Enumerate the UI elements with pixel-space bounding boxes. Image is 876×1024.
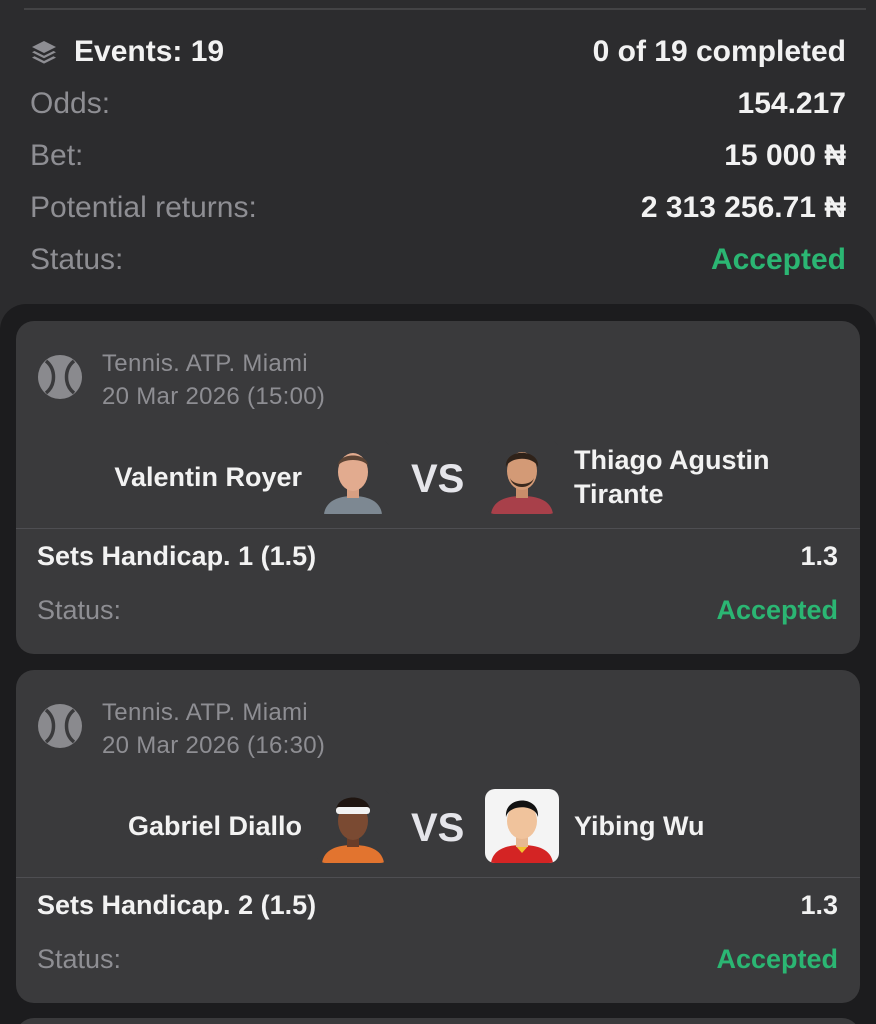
- match-row: Gabriel Diallo VS Yibing Wu: [16, 786, 860, 866]
- market-label: Sets Handicap. 2 (1.5): [37, 890, 317, 920]
- summary-odds-row: Odds: 154.217: [30, 78, 846, 130]
- summary-returns-row: Potential returns: 2 313 256.71 ₦: [30, 182, 846, 234]
- summary-events-row: Events: 19 0 of 19 completed: [30, 26, 846, 78]
- event-status-row: Status: Accepted: [37, 595, 838, 626]
- event-card[interactable]: Tennis. ATP. Miami 20 Mar 2026 (16:30) G…: [16, 670, 860, 1003]
- player-home-name: Valentin Royer: [114, 461, 302, 492]
- bet-value: 15 000 ₦: [724, 139, 846, 172]
- layers-icon: [32, 41, 56, 64]
- status-label: Status:: [30, 243, 124, 276]
- event-card[interactable]: Tennis. ATP. Miami 20 Mar 2026 (15:00) V…: [16, 321, 860, 654]
- market-label: Sets Handicap. 1 (1.5): [37, 541, 317, 571]
- returns-value: 2 313 256.71 ₦: [640, 191, 846, 224]
- top-divider: [24, 8, 866, 10]
- events-count: Events: 19: [74, 35, 225, 68]
- event-status-badge: Accepted: [716, 595, 838, 625]
- event-status-label: Status:: [37, 595, 122, 625]
- player-away-avatar: [485, 440, 559, 514]
- card-divider: [16, 877, 860, 878]
- event-card[interactable]: [16, 1018, 860, 1024]
- event-status-row: Status: Accepted: [37, 944, 838, 975]
- bet-label: Bet:: [30, 139, 84, 172]
- vs-label: VS: [411, 806, 465, 850]
- market-odds: 1.3: [800, 541, 838, 571]
- player-home-avatar: [316, 789, 390, 863]
- bet-row: Sets Handicap. 2 (1.5) 1.3: [37, 890, 838, 921]
- player-away-name: Yibing Wu: [574, 811, 705, 841]
- odds-value: 154.217: [737, 87, 846, 120]
- returns-label: Potential returns:: [30, 191, 257, 224]
- event-status-label: Status:: [37, 944, 122, 974]
- tennis-ball-icon: [38, 355, 82, 399]
- tennis-ball-icon: [38, 704, 82, 748]
- event-competition: Tennis. ATP. Miami: [102, 699, 308, 726]
- summary-status-row: Status: Accepted: [30, 234, 846, 286]
- player-home-name: Gabriel Diallo: [127, 810, 302, 841]
- player-away-name: Thiago Agustin Tirante: [574, 445, 770, 509]
- bet-summary: Events: 19 0 of 19 completed Odds: 154.2…: [30, 26, 846, 286]
- player-home-avatar: [316, 440, 390, 514]
- completed-count: 0 of 19 completed: [592, 35, 846, 68]
- match-row: Valentin Royer VS Thiago Agustin Tirante: [16, 437, 860, 517]
- event-status-badge: Accepted: [716, 944, 838, 974]
- event-datetime: 20 Mar 2026 (16:30): [102, 732, 326, 759]
- summary-bet-row: Bet: 15 000 ₦: [30, 130, 846, 182]
- odds-label: Odds:: [30, 87, 111, 120]
- vs-label: VS: [411, 457, 465, 501]
- card-divider: [16, 528, 860, 529]
- bet-row: Sets Handicap. 1 (1.5) 1.3: [37, 541, 838, 572]
- event-competition: Tennis. ATP. Miami: [102, 350, 308, 377]
- status-badge: Accepted: [710, 243, 846, 276]
- event-datetime: 20 Mar 2026 (15:00): [102, 383, 326, 410]
- market-odds: 1.3: [800, 890, 838, 920]
- player-away-avatar: [485, 789, 559, 863]
